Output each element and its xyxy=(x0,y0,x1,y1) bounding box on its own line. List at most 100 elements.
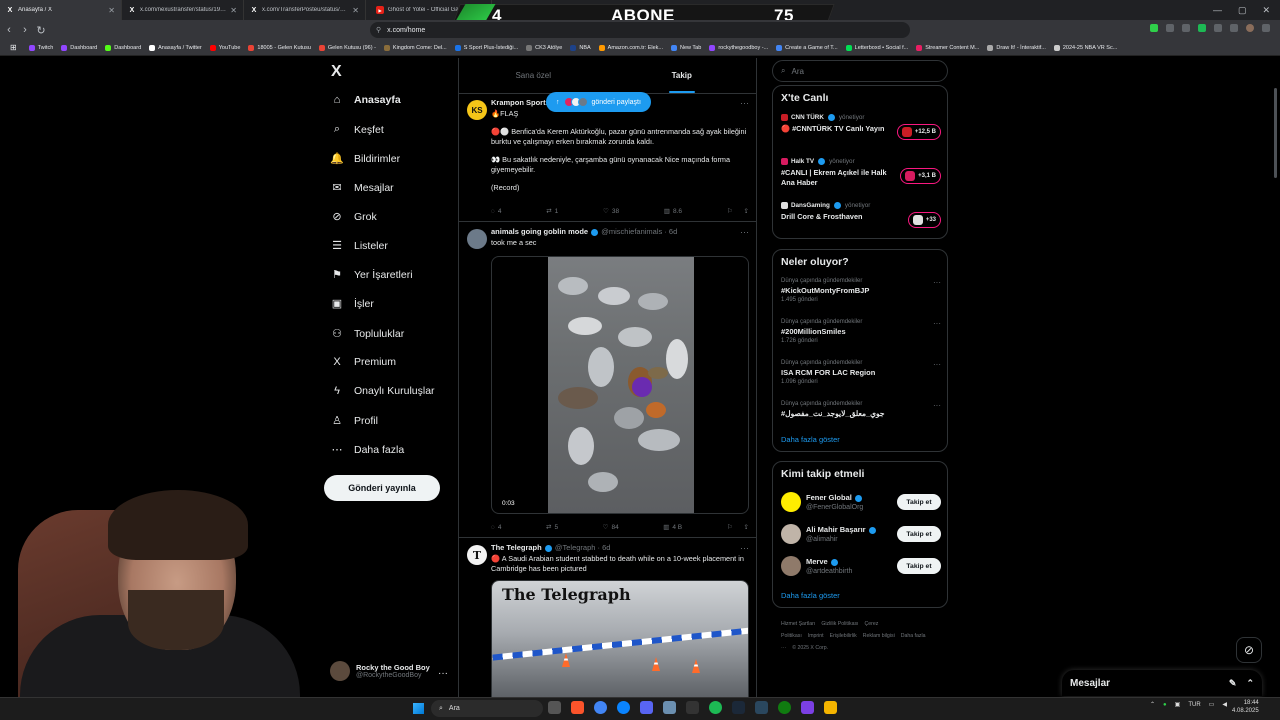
follow-button[interactable]: Takip et xyxy=(897,526,941,542)
reply-button[interactable]: ◌ 4 xyxy=(491,207,502,215)
browser-tab[interactable]: X Anasayfa / X ✕ xyxy=(0,0,122,20)
footer-link[interactable]: Erişilebilirlik xyxy=(830,633,857,639)
repost-button[interactable]: ⇄ 5 xyxy=(546,523,558,532)
nav-item-profil[interactable]: ♙ Profil xyxy=(330,414,378,428)
chevron-up-icon[interactable]: ⌃ xyxy=(1246,678,1254,689)
reply-button[interactable]: ◌ 4 xyxy=(491,523,502,531)
more-horizontal-icon[interactable]: ··· xyxy=(933,278,941,287)
follow-suggestion[interactable]: Merve @artdeathbirth Takip et xyxy=(781,556,941,580)
share-icon[interactable]: ⇪ xyxy=(744,207,749,215)
trend-item[interactable]: Dünya çapında gündemdekiler #KickOutMonty… xyxy=(781,278,941,303)
like-button[interactable]: ♡ 84 xyxy=(603,523,619,532)
site-info-icon[interactable]: ⚲ xyxy=(376,26,381,34)
maximize-icon[interactable]: ▢ xyxy=(1238,5,1247,16)
show-more-trends-link[interactable]: Daha fazla göster xyxy=(781,435,840,444)
follow-button[interactable]: Takip et xyxy=(897,558,941,574)
menu-icon[interactable] xyxy=(1262,24,1270,32)
app-icon[interactable] xyxy=(663,701,676,714)
live-broadcast-item[interactable]: DansGaming yönetiyor Drill Core & Frosthav… xyxy=(781,202,941,228)
more-horizontal-icon[interactable]: ··· xyxy=(740,227,749,237)
bookmark-item[interactable]: Anasayfa / Twitter xyxy=(149,44,202,51)
nav-item-listeler[interactable]: ☰ Listeler xyxy=(330,239,388,253)
footer-link[interactable]: Hizmet Şartları xyxy=(781,621,815,627)
repost-button[interactable]: ⇄ 1 xyxy=(546,207,558,216)
language-indicator[interactable]: TUR xyxy=(1188,702,1200,708)
extension-icon[interactable] xyxy=(1166,24,1174,32)
share-icon[interactable]: ⇪ xyxy=(744,523,749,531)
tweet[interactable]: T The Telegraph @Telegraph · 6d 🔴 A Saud… xyxy=(459,539,756,720)
follow-button[interactable]: Takip et xyxy=(897,494,941,510)
tweet-handle[interactable]: @mischiefanimals xyxy=(601,227,662,236)
footer-link[interactable]: Gizlilik Politikası xyxy=(821,621,858,627)
extension-icon[interactable] xyxy=(1230,24,1238,32)
chevron-up-icon[interactable]: ⌃ xyxy=(1150,701,1155,708)
forward-icon[interactable]: › xyxy=(18,24,32,36)
tweet[interactable]: animals going goblin mode @mischiefanima… xyxy=(459,223,756,538)
follow-suggestion[interactable]: Ali Mahir Başarır @alimahir Takip et xyxy=(781,524,941,548)
browser-tab[interactable]: X x.com/nexustransfer/status/195239 ✕ xyxy=(122,0,244,20)
avatar[interactable] xyxy=(467,229,487,249)
search-input[interactable]: ⌕ Ara xyxy=(772,60,948,82)
close-icon[interactable]: ✕ xyxy=(352,6,359,15)
tweet-author[interactable]: animals going goblin mode xyxy=(491,227,588,236)
microphone-icon[interactable]: ● xyxy=(1163,702,1167,708)
like-button[interactable]: ♡ 38 xyxy=(603,207,619,216)
back-icon[interactable]: ‹ xyxy=(2,24,16,36)
more-horizontal-icon[interactable]: ··· xyxy=(933,401,941,410)
volume-icon[interactable]: ◀ xyxy=(1222,701,1227,708)
nav-item-daha-fazla[interactable]: ⋯ Daha fazla xyxy=(330,443,405,457)
apps-grid-icon[interactable]: ⊞ xyxy=(10,43,17,52)
compose-message-icon[interactable]: ✎ xyxy=(1229,678,1237,689)
tweet-author[interactable]: Krampon Sports xyxy=(491,98,550,107)
nav-item-premium[interactable]: X Premium xyxy=(330,356,396,368)
bookmark-icon[interactable]: ⚐ xyxy=(727,523,733,531)
taskbar-search[interactable]: ⌕ Ara xyxy=(431,700,543,717)
messages-drawer[interactable]: Mesajlar ✎ ⌃ xyxy=(1062,670,1262,696)
avatar[interactable] xyxy=(781,492,801,512)
bookmark-item[interactable]: Kingdom Come: Del... xyxy=(383,44,447,51)
app-icon[interactable] xyxy=(801,701,814,714)
footer-link[interactable]: Imprint xyxy=(808,633,824,639)
bookmark-item[interactable]: New Tab xyxy=(671,44,701,51)
trend-item[interactable]: Dünya çapında gündemdekiler ISA RCM FOR L… xyxy=(781,360,941,385)
network-icon[interactable]: ▭ xyxy=(1209,701,1215,708)
nav-item-yer-i-şaretleri[interactable]: ⚑ Yer İşaretleri xyxy=(330,268,413,282)
bookmark-item[interactable]: Dashboard xyxy=(61,44,97,51)
grok-icon[interactable]: ⊘ xyxy=(1236,637,1262,663)
live-viewers-badge[interactable]: +3,1 B xyxy=(900,168,941,184)
views-button[interactable]: ▥ 8.6 xyxy=(664,207,682,216)
new-posts-pill[interactable]: ↑ gönderi paylaştı xyxy=(546,92,651,112)
steam-icon[interactable] xyxy=(732,701,745,714)
footer-link[interactable]: © 2025 X Corp. xyxy=(792,645,828,651)
tweet[interactable]: KS Krampon Sports 🔥FLAŞ 🔴⚪ Benfica'da Ke… xyxy=(459,94,756,222)
close-icon[interactable]: ✕ xyxy=(230,6,237,15)
reload-icon[interactable]: ↻ xyxy=(34,24,48,37)
tab-for-you[interactable]: Sana özel xyxy=(459,58,608,93)
nav-item-bildirimler[interactable]: 🔔 Bildirimler xyxy=(330,152,400,166)
more-horizontal-icon[interactable]: ··· xyxy=(740,543,749,553)
bookmark-item[interactable]: Streamer Content M... xyxy=(916,44,979,51)
tray-app-icon[interactable]: ▣ xyxy=(1175,701,1181,708)
avatar[interactable] xyxy=(781,524,801,544)
nav-item-onaylı-kuruluşlar[interactable]: ϟ Onaylı Kuruluşlar xyxy=(330,385,434,397)
browser-tab[interactable]: X x.com/TransferPosteu/status/19523 ✕ xyxy=(244,0,366,20)
more-horizontal-icon[interactable]: ··· xyxy=(933,319,941,328)
bookmark-item[interactable]: Gelen Kutusu (96) - xyxy=(318,44,376,51)
windows-start-icon[interactable] xyxy=(413,703,424,714)
tweet-video[interactable]: 0:03 xyxy=(491,256,749,514)
account-switcher[interactable]: Rocky the Good Boy @RockytheGoodBoy xyxy=(330,661,430,681)
close-icon[interactable]: ✕ xyxy=(108,6,115,15)
avatar[interactable]: KS xyxy=(467,100,487,120)
bookmark-item[interactable]: CK3 Atölye xyxy=(526,44,562,51)
bookmark-item[interactable]: Amazon.com.tr: Elek... xyxy=(598,44,663,51)
taskbar-clock[interactable]: 18:44 4.08.2025 xyxy=(1232,699,1259,715)
bookmark-item[interactable]: 18005 - Gelen Kutusu xyxy=(248,44,311,51)
bookmark-item[interactable]: NBA xyxy=(570,44,591,51)
avatar[interactable] xyxy=(781,556,801,576)
more-horizontal-icon[interactable]: ··· xyxy=(740,98,749,108)
live-viewers-badge[interactable]: +12,5 B xyxy=(896,124,941,140)
extension-icon[interactable] xyxy=(1150,24,1158,32)
bookmark-item[interactable]: rockythegoodboy -... xyxy=(709,44,768,51)
chrome-icon[interactable] xyxy=(594,701,607,714)
follow-suggestion[interactable]: Fener Global @FenerGlobalOrg Takip et xyxy=(781,492,941,516)
